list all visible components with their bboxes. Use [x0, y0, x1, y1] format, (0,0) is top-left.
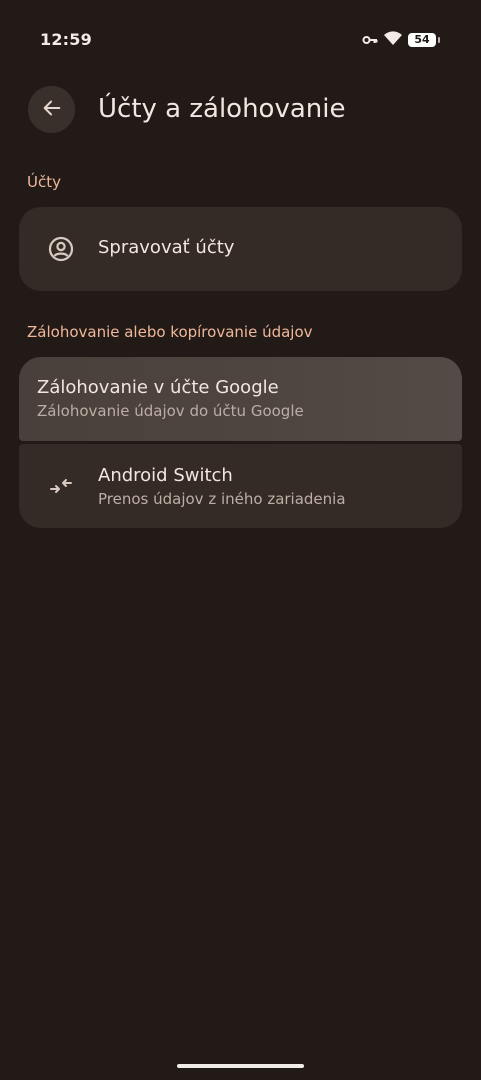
- page-title: Účty a zálohovanie: [98, 94, 346, 124]
- android-switch-title: Android Switch: [98, 465, 233, 486]
- battery-cap: [438, 37, 440, 43]
- battery-level: 54: [414, 33, 430, 46]
- arrow-back-icon: [41, 97, 63, 123]
- status-bar: 12:59 54: [0, 0, 481, 80]
- manage-accounts-item[interactable]: Spravovať účty: [19, 207, 462, 291]
- wifi-icon: [383, 30, 403, 50]
- account-circle-icon: [47, 235, 75, 263]
- manage-accounts-title: Spravovať účty: [98, 237, 235, 258]
- vpn-key-icon: [362, 31, 378, 50]
- gesture-nav-handle[interactable]: [177, 1064, 304, 1068]
- battery-icon: 54: [408, 33, 436, 47]
- section-label-accounts: Účty: [27, 173, 61, 191]
- android-switch-item[interactable]: Android Switch Prenos údajov z iného zar…: [19, 444, 462, 528]
- status-icons: 54: [362, 31, 440, 49]
- section-label-backup: Zálohovanie alebo kopírovanie údajov: [27, 323, 313, 341]
- status-time: 12:59: [40, 30, 92, 49]
- google-backup-subtitle: Zálohovanie údajov do účtu Google: [37, 402, 304, 420]
- google-backup-item[interactable]: Zálohovanie v účte Google Zálohovanie úd…: [19, 357, 462, 441]
- settings-screen: 12:59 54 Účty a zálohovanie Účty Spravov…: [0, 0, 481, 1080]
- switch-arrows-icon: [47, 472, 75, 500]
- android-switch-subtitle: Prenos údajov z iného zariadenia: [98, 490, 346, 508]
- google-backup-title: Zálohovanie v účte Google: [37, 377, 279, 398]
- back-button[interactable]: [28, 86, 75, 133]
